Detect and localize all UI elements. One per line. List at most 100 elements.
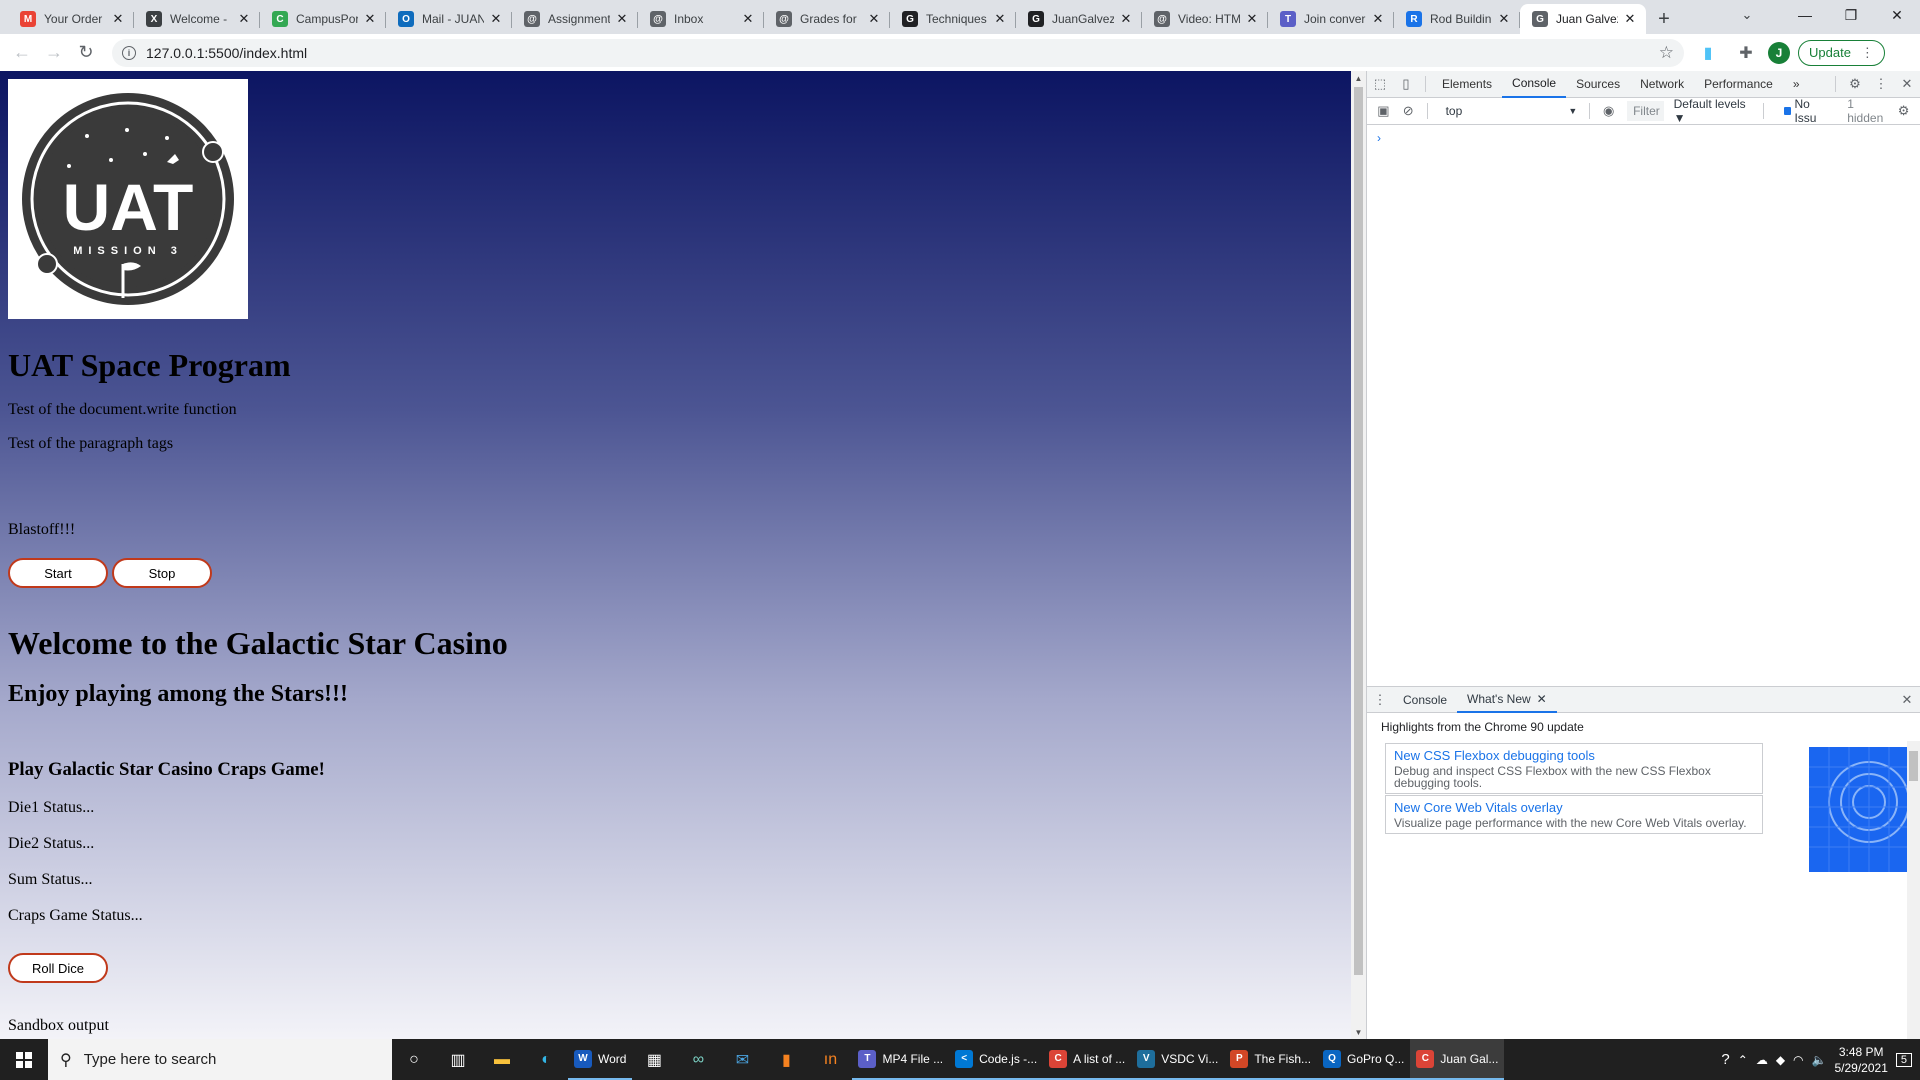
url-text[interactable]: 127.0.0.1:5500/index.html: [146, 45, 1659, 61]
edge-browser-icon[interactable]: ◐: [524, 1039, 568, 1080]
drawer-menu-icon[interactable]: ⋮: [1367, 687, 1393, 713]
browser-tab[interactable]: C CampusPor ✕: [260, 4, 386, 34]
taskbar-app[interactable]: T MP4 File ...: [852, 1039, 950, 1080]
issues-button[interactable]: No Issu: [1783, 97, 1833, 125]
dropbox-icon[interactable]: ◆: [1776, 1053, 1785, 1067]
device-toolbar-icon[interactable]: ▯: [1393, 71, 1419, 97]
orange-app-icon[interactable]: ▮: [764, 1039, 808, 1080]
scroll-up-arrow-icon[interactable]: ▲: [1351, 71, 1366, 85]
tab-close-icon[interactable]: ✕: [1244, 11, 1260, 27]
clear-console-icon[interactable]: ⊘: [1396, 98, 1421, 124]
browser-tab[interactable]: @ Assignment ✕: [512, 4, 638, 34]
mail-icon[interactable]: ✉: [720, 1039, 764, 1080]
file-explorer-icon[interactable]: ▬: [480, 1039, 524, 1080]
devtools-tab-console[interactable]: Console: [1502, 71, 1567, 98]
drawer-tab-console[interactable]: Console: [1393, 687, 1457, 713]
profile-avatar[interactable]: J: [1768, 41, 1790, 64]
live-expression-eye-icon[interactable]: ◉: [1596, 98, 1621, 124]
context-selector[interactable]: top ▼: [1440, 101, 1584, 121]
onedrive-icon[interactable]: ☁: [1756, 1053, 1768, 1067]
restore-button[interactable]: ❐: [1828, 0, 1874, 30]
tab-search-icon[interactable]: ⌄: [1732, 7, 1762, 23]
drawer-scrollbar[interactable]: [1907, 741, 1920, 1041]
inspect-element-icon[interactable]: ⬚: [1367, 71, 1393, 97]
taskbar-app[interactable]: C A list of ...: [1043, 1039, 1132, 1080]
taskbar-app[interactable]: P The Fish...: [1224, 1039, 1318, 1080]
bookmark-star-icon[interactable]: ☆: [1659, 43, 1674, 63]
start-button[interactable]: Start: [8, 558, 108, 588]
devtools-menu-icon[interactable]: ⋮: [1868, 71, 1894, 97]
infinity-app-icon[interactable]: ∞: [676, 1039, 720, 1080]
stop-button[interactable]: Stop: [112, 558, 212, 588]
browser-tab[interactable]: O Mail - JUAN ✕: [386, 4, 512, 34]
tab-close-icon[interactable]: ✕: [992, 11, 1008, 27]
tab-close-icon[interactable]: ✕: [866, 11, 882, 27]
card-title[interactable]: New CSS Flexbox debugging tools: [1394, 748, 1754, 763]
clock[interactable]: 3:48 PM 5/29/2021: [1834, 1044, 1887, 1076]
close-drawer-icon[interactable]: ✕: [1894, 687, 1920, 713]
tab-close-icon[interactable]: ✕: [236, 11, 252, 27]
roll-dice-button[interactable]: Roll Dice: [8, 953, 108, 983]
task-view-icon[interactable]: ▥: [436, 1039, 480, 1080]
browser-tab[interactable]: G Juan Galvez ✕: [1520, 4, 1646, 34]
update-button[interactable]: Update ⋮: [1798, 39, 1885, 66]
sidebar-toggle-icon[interactable]: ▣: [1371, 98, 1396, 124]
tray-chevron-icon[interactable]: ⌃: [1738, 1053, 1748, 1067]
tab-close-icon[interactable]: ✕: [1496, 11, 1512, 27]
console-prompt[interactable]: ›: [1377, 131, 1381, 145]
extensions-puzzle-icon[interactable]: ✚: [1732, 39, 1760, 67]
in-app-icon[interactable]: ın: [808, 1039, 852, 1080]
browser-tab[interactable]: G Techniques ✕: [890, 4, 1016, 34]
browser-tab[interactable]: @ Inbox ✕: [638, 4, 764, 34]
back-arrow-icon[interactable]: ←: [8, 39, 36, 67]
devtools-tab-performance[interactable]: Performance: [1694, 71, 1783, 98]
browser-tab[interactable]: T Join conver ✕: [1268, 4, 1394, 34]
wifi-icon[interactable]: ◠: [1793, 1053, 1803, 1067]
tab-close-icon[interactable]: ✕: [614, 11, 630, 27]
store-icon[interactable]: ▦: [632, 1039, 676, 1080]
devtools-tab-sources[interactable]: Sources: [1566, 71, 1630, 98]
close-tab-icon[interactable]: ✕: [1537, 692, 1547, 706]
taskbar-app[interactable]: V VSDC Vi...: [1131, 1039, 1225, 1080]
drawer-scrollbar-thumb[interactable]: [1909, 751, 1918, 781]
taskbar-app[interactable]: Q GoPro Q...: [1317, 1039, 1411, 1080]
tab-close-icon[interactable]: ✕: [740, 11, 756, 27]
taskbar-app[interactable]: < Code.js -...: [949, 1039, 1044, 1080]
help-icon[interactable]: ?: [1721, 1051, 1729, 1068]
tab-close-icon[interactable]: ✕: [1622, 11, 1638, 27]
cortana-icon[interactable]: ○: [392, 1039, 436, 1080]
card-title[interactable]: New Core Web Vitals overlay: [1394, 800, 1754, 815]
address-bar[interactable]: i 127.0.0.1:5500/index.html ☆: [112, 38, 1684, 67]
close-devtools-icon[interactable]: ✕: [1894, 71, 1920, 97]
forward-arrow-icon[interactable]: →: [40, 39, 68, 67]
browser-tab[interactable]: @ Grades for ✕: [764, 4, 890, 34]
taskbar-search-input[interactable]: ⚲ Type here to search: [48, 1039, 392, 1080]
console-settings-gear-icon[interactable]: ⚙: [1891, 98, 1916, 124]
tab-close-icon[interactable]: ✕: [1370, 11, 1386, 27]
taskbar-app[interactable]: W Word: [568, 1039, 633, 1080]
info-icon[interactable]: i: [122, 45, 136, 60]
extension-icon[interactable]: ▮: [1694, 39, 1722, 67]
page-scrollbar[interactable]: ▲ ▼: [1351, 71, 1366, 1039]
minimize-button[interactable]: —: [1782, 0, 1828, 30]
new-tab-button[interactable]: +: [1650, 4, 1678, 34]
whats-new-card[interactable]: New CSS Flexbox debugging tools Debug an…: [1385, 743, 1763, 794]
tab-close-icon[interactable]: ✕: [362, 11, 378, 27]
whats-new-card[interactable]: New Core Web Vitals overlay Visualize pa…: [1385, 795, 1763, 834]
browser-tab[interactable]: R Rod Buildin ✕: [1394, 4, 1520, 34]
devtools-tab-elements[interactable]: Elements: [1432, 71, 1502, 98]
browser-tab[interactable]: X Welcome - ✕: [134, 4, 260, 34]
console-filter-input[interactable]: Filter: [1627, 101, 1664, 121]
scrollbar-thumb[interactable]: [1354, 87, 1363, 975]
log-levels-dropdown[interactable]: Default levels ▼: [1674, 97, 1757, 125]
close-window-button[interactable]: ✕: [1874, 0, 1920, 30]
taskbar-app[interactable]: C Juan Gal...: [1410, 1039, 1505, 1080]
scroll-down-arrow-icon[interactable]: ▼: [1351, 1025, 1366, 1039]
volume-icon[interactable]: 🔈: [1812, 1053, 1827, 1067]
more-tabs-button[interactable]: »: [1783, 71, 1810, 98]
tab-close-icon[interactable]: ✕: [488, 11, 504, 27]
drawer-tab-whats-new[interactable]: What's New ✕: [1457, 687, 1557, 713]
browser-tab[interactable]: G JuanGalvez ✕: [1016, 4, 1142, 34]
notification-center-icon[interactable]: 5: [1895, 1052, 1912, 1067]
tab-close-icon[interactable]: ✕: [110, 11, 126, 27]
